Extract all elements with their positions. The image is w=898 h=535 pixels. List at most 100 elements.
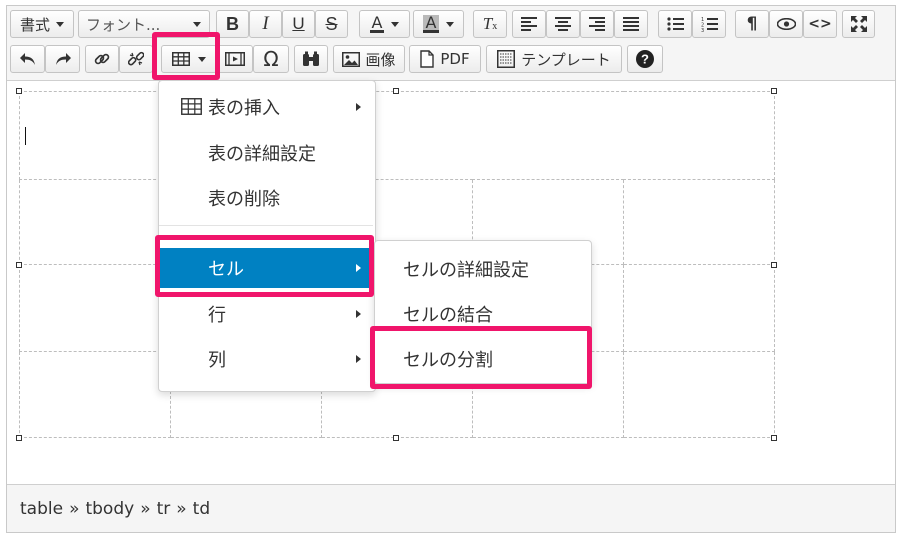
path-item-td[interactable]: td — [193, 499, 210, 519]
background-color-button[interactable]: A — [413, 10, 464, 38]
path-separator: » — [140, 498, 151, 519]
show-blocks-button[interactable]: ¶ — [735, 10, 769, 38]
format-dropdown-label: 書式 — [19, 15, 50, 34]
chevron-right-icon — [356, 103, 361, 111]
resize-handle[interactable] — [771, 262, 777, 268]
link-button[interactable] — [85, 45, 119, 73]
resize-handle[interactable] — [16, 435, 22, 441]
resize-handle[interactable] — [16, 88, 22, 94]
strikethrough-icon: S — [325, 13, 338, 34]
menu-item-label: 列 — [208, 350, 226, 371]
align-right-icon — [589, 17, 605, 31]
menu-item-label: 表の挿入 — [208, 98, 280, 119]
table-icon — [172, 52, 190, 66]
menu-separator — [159, 225, 373, 226]
align-justify-button[interactable] — [614, 10, 648, 38]
chevron-down-icon — [198, 56, 206, 62]
code-icon: <> — [808, 16, 832, 32]
fullscreen-button[interactable] — [842, 10, 875, 38]
menu-item-row[interactable]: 行 — [159, 294, 373, 334]
preview-button[interactable] — [769, 10, 803, 38]
menu-item-cell[interactable]: セル — [159, 248, 373, 288]
menu-item-table-properties[interactable]: 表の詳細設定 — [159, 133, 373, 173]
media-icon — [225, 52, 245, 66]
submenu-item-merge-cells[interactable]: セルの結合 — [375, 294, 589, 334]
path-item-tbody[interactable]: tbody — [85, 499, 134, 519]
align-left-button[interactable] — [512, 10, 546, 38]
chevron-right-icon — [356, 355, 361, 363]
submenu-item-cell-properties[interactable]: セルの詳細設定 — [375, 249, 589, 289]
template-button-label: テンプレート — [521, 50, 611, 69]
align-center-icon — [555, 17, 571, 31]
menu-item-label: 行 — [208, 305, 226, 326]
numbered-list-icon: 123 — [701, 17, 718, 32]
format-dropdown[interactable]: 書式 — [10, 10, 74, 38]
path-item-table[interactable]: table — [20, 499, 63, 519]
underline-button[interactable]: U — [282, 10, 315, 38]
chevron-right-icon — [356, 264, 361, 272]
svg-text:3: 3 — [701, 28, 704, 32]
undo-button[interactable] — [10, 45, 45, 73]
menu-item-label: 表の詳細設定 — [208, 144, 316, 165]
chevron-down-icon — [56, 21, 64, 27]
font-dropdown[interactable]: フォント... — [78, 10, 210, 38]
table-cell[interactable] — [623, 351, 775, 438]
table-cell[interactable] — [623, 178, 775, 266]
submenu-item-label: セルの分割 — [403, 350, 493, 371]
table-cell[interactable] — [19, 351, 171, 438]
bullet-list-icon — [666, 17, 684, 31]
table-cell[interactable] — [19, 91, 775, 180]
underline-icon: U — [292, 14, 305, 33]
eye-icon — [776, 18, 796, 30]
template-icon — [497, 50, 516, 68]
remove-format-button[interactable]: Tx — [473, 10, 507, 38]
align-justify-icon — [623, 17, 639, 31]
bold-button[interactable]: B — [216, 10, 249, 38]
table-icon — [181, 98, 202, 115]
align-center-button[interactable] — [546, 10, 580, 38]
image-button[interactable]: 画像 — [333, 45, 405, 73]
submenu-item-label: セルの詳細設定 — [403, 260, 529, 281]
table-dropdown-button[interactable] — [161, 45, 217, 73]
background-color-icon: A — [422, 15, 440, 33]
chevron-down-icon — [446, 21, 455, 27]
template-button[interactable]: テンプレート — [486, 45, 622, 73]
resize-handle[interactable] — [393, 435, 399, 441]
menu-item-delete-table[interactable]: 表の削除 — [159, 178, 373, 218]
find-replace-button[interactable] — [294, 45, 328, 73]
menu-item-insert-table[interactable]: 表の挿入 — [159, 87, 373, 127]
chevron-right-icon — [356, 310, 361, 318]
resize-handle[interactable] — [16, 262, 22, 268]
bold-icon: B — [226, 13, 239, 34]
pdf-button[interactable]: PDF — [409, 45, 481, 73]
bullet-list-button[interactable] — [658, 10, 692, 38]
align-left-icon — [521, 17, 537, 31]
media-button[interactable] — [217, 45, 253, 73]
image-button-label: 画像 — [365, 50, 396, 69]
path-item-tr[interactable]: tr — [157, 499, 171, 519]
redo-button[interactable] — [45, 45, 80, 73]
resize-handle[interactable] — [393, 88, 399, 94]
chevron-down-icon — [391, 21, 400, 27]
path-separator: » — [176, 498, 187, 519]
text-color-button[interactable]: A — [359, 10, 410, 38]
strikethrough-button[interactable]: S — [315, 10, 348, 38]
submenu-item-split-cell[interactable]: セルの分割 — [375, 339, 589, 379]
menu-item-label: 表の削除 — [208, 189, 280, 210]
table-cell[interactable] — [19, 264, 171, 353]
resize-handle[interactable] — [771, 88, 777, 94]
resize-handle[interactable] — [771, 435, 777, 441]
help-button[interactable]: ? — [627, 45, 663, 73]
font-dropdown-label: フォント... — [86, 15, 161, 34]
unlink-button[interactable] — [119, 45, 153, 73]
menu-item-column[interactable]: 列 — [159, 339, 373, 379]
source-code-button[interactable]: <> — [803, 10, 837, 38]
italic-button[interactable]: I — [249, 10, 282, 38]
align-right-button[interactable] — [580, 10, 614, 38]
italic-icon: I — [262, 13, 269, 34]
table-cell[interactable] — [19, 178, 171, 266]
text-color-icon: A — [369, 13, 385, 33]
special-character-button[interactable]: Ω — [253, 45, 289, 73]
numbered-list-button[interactable]: 123 — [692, 10, 726, 38]
table-cell[interactable] — [623, 264, 775, 353]
